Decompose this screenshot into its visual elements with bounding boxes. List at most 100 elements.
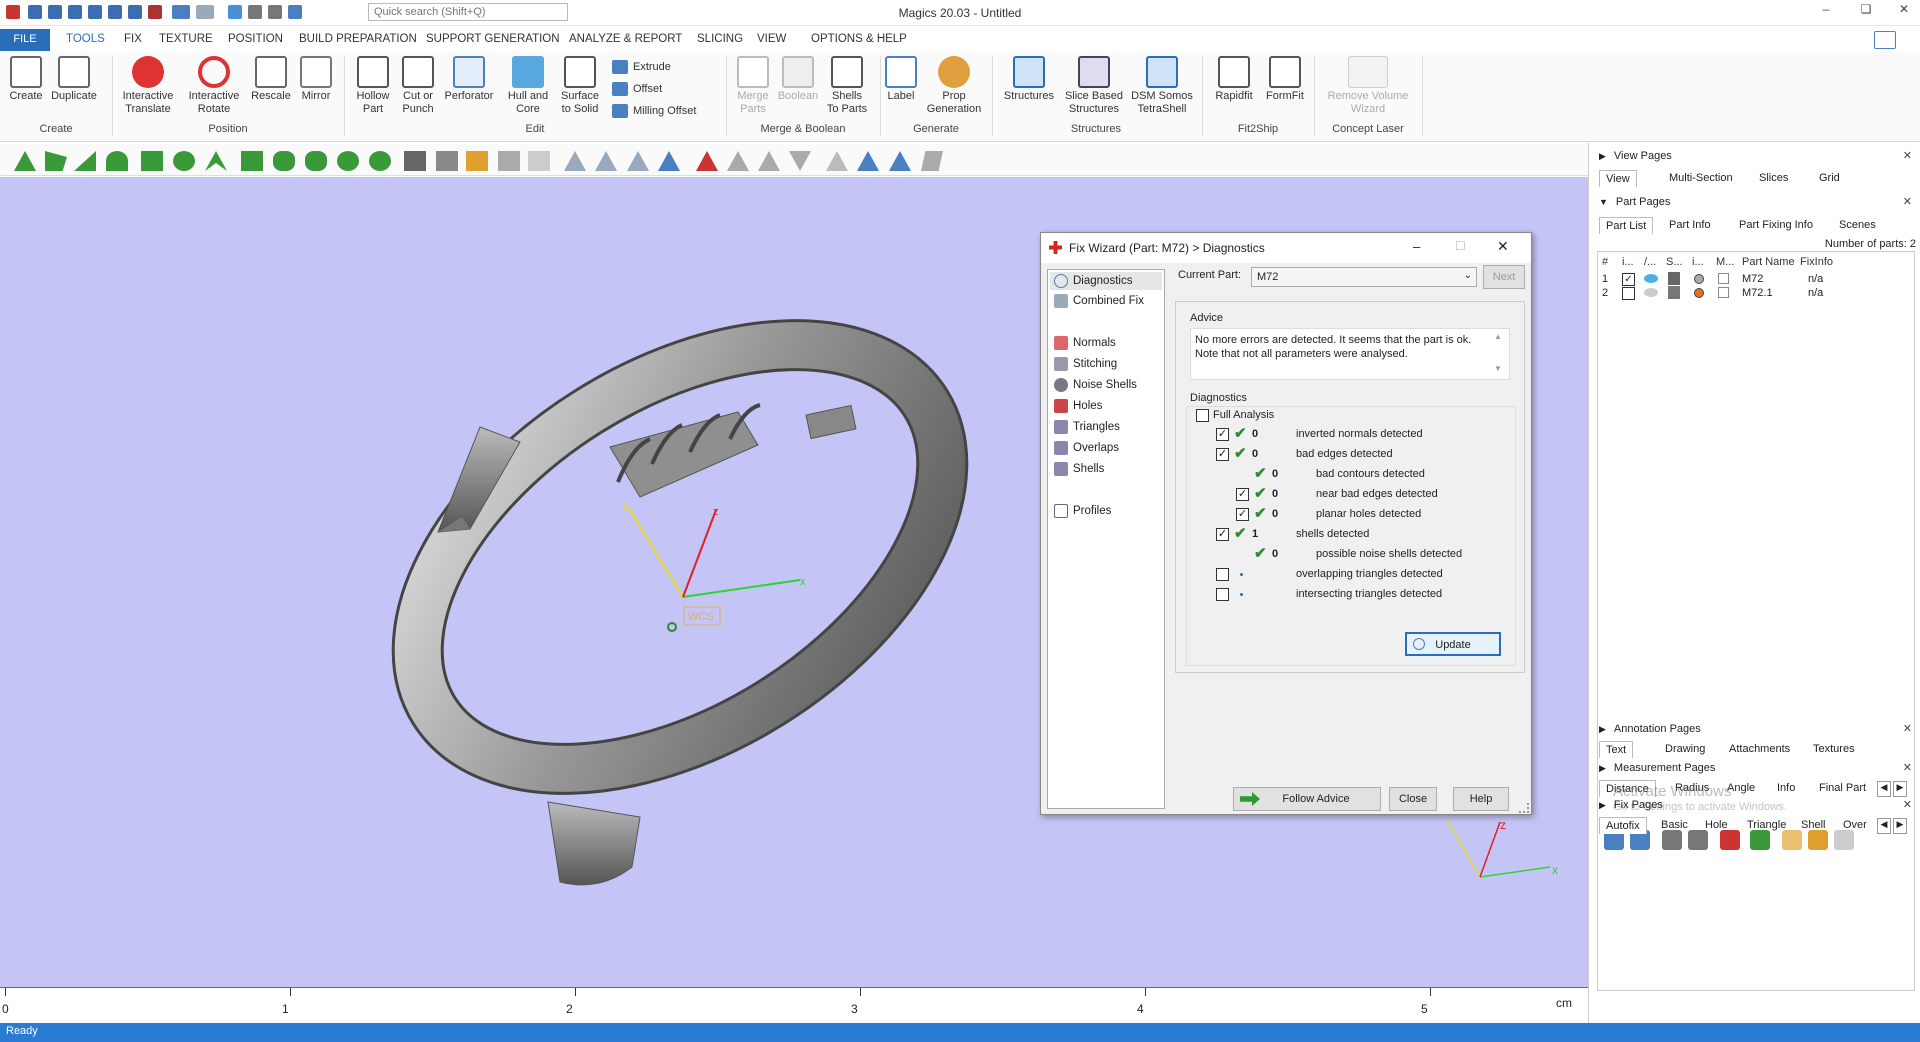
cut-or-punch-button[interactable]: Cut or Punch [398, 56, 438, 116]
inverted-normals-checkbox[interactable]: ✓ [1216, 428, 1229, 441]
mark-similar-icon[interactable] [857, 151, 879, 171]
layout-icon[interactable] [1874, 31, 1896, 49]
list-item-stitching[interactable]: Stitching [1054, 357, 1117, 371]
mirror-button[interactable]: Mirror [296, 56, 336, 103]
scroll-left-icon[interactable]: ◀ [1877, 818, 1891, 834]
close-icon[interactable]: ✕ [1903, 722, 1912, 735]
table-row[interactable]: 1 ✓ M72 n/a [1598, 272, 1914, 286]
part-pages-header[interactable]: ▼ Part Pages [1599, 196, 1670, 208]
scroll-left-icon[interactable]: ◀ [1877, 781, 1891, 797]
resize-grip-icon[interactable] [1519, 803, 1529, 813]
hollow-part-button[interactable]: Hollow Part [350, 56, 396, 116]
tab-view[interactable]: View [1599, 170, 1637, 187]
mark-shell-icon[interactable] [658, 151, 680, 171]
annotation-pages-header[interactable]: ▶ Annotation Pages [1599, 723, 1701, 735]
close-icon[interactable]: ✕ [1903, 195, 1912, 208]
invert-selection-icon[interactable] [369, 151, 391, 171]
next-button[interactable]: Next [1483, 265, 1525, 289]
shrink-marking-icon[interactable] [758, 151, 780, 171]
restore-icon[interactable]: ❏ [1852, 2, 1880, 22]
scroll-right-icon[interactable]: ▶ [1893, 781, 1907, 797]
grow-selection-icon[interactable] [273, 151, 295, 171]
part-deselect-icon[interactable] [528, 151, 550, 171]
tab-attachments[interactable]: Attachments [1723, 741, 1796, 757]
boolean-button[interactable]: Boolean [776, 56, 820, 103]
list-item-holes[interactable]: Holes [1054, 399, 1102, 413]
shells-checkbox[interactable]: ✓ [1216, 528, 1229, 541]
table-row[interactable]: 2 M72.1 n/a [1598, 286, 1914, 300]
part-highlight-icon[interactable] [466, 151, 488, 171]
formfit-button[interactable]: FormFit [1262, 56, 1308, 103]
menu-texture[interactable]: TEXTURE [159, 33, 213, 45]
row-checkbox[interactable]: ✓ [1622, 273, 1635, 286]
tab-part-info[interactable]: Part Info [1663, 217, 1717, 233]
perforator-button[interactable]: Perforator [440, 56, 498, 103]
close-icon[interactable]: ✕ [1890, 2, 1918, 22]
scroll-right-icon[interactable]: ▶ [1893, 818, 1907, 834]
mark-connected-icon[interactable] [889, 151, 911, 171]
scroll-down-icon[interactable]: ▼ [1494, 364, 1502, 373]
menu-view[interactable]: VIEW [757, 33, 786, 45]
label-button[interactable]: Label [884, 56, 918, 103]
list-item-triangles[interactable]: Triangles [1054, 420, 1120, 434]
list-item-profiles[interactable]: Profiles [1054, 504, 1111, 518]
select-shell-icon[interactable] [106, 151, 128, 171]
close-icon[interactable]: ✕ [1903, 761, 1912, 774]
menu-analyze-report[interactable]: ANALYZE & REPORT [569, 33, 682, 45]
mark-all-icon[interactable] [826, 151, 848, 171]
select-plane-icon[interactable] [74, 151, 96, 171]
tab-textures[interactable]: Textures [1807, 741, 1861, 757]
extrude-button[interactable]: Extrude [612, 60, 671, 74]
list-item-overlaps[interactable]: Overlaps [1054, 441, 1119, 455]
color-swatch[interactable] [1694, 288, 1704, 298]
offset-button[interactable]: Offset [612, 82, 662, 96]
mark-triangle-icon[interactable] [564, 151, 586, 171]
duplicate-button[interactable]: Duplicate [48, 56, 100, 103]
tab-multi-section[interactable]: Multi-Section [1663, 170, 1739, 186]
tab-text[interactable]: Text [1599, 741, 1634, 758]
menu-file[interactable]: FILE [0, 29, 50, 51]
tab-drawing[interactable]: Drawing [1659, 741, 1711, 757]
eye-icon[interactable] [1644, 288, 1658, 297]
row-checkbox[interactable] [1622, 287, 1635, 300]
col-machine[interactable]: M... [1716, 256, 1734, 268]
tab-basic[interactable]: Basic [1655, 817, 1694, 833]
menu-slicing[interactable]: SLICING [697, 33, 743, 45]
update-button[interactable]: Update [1405, 632, 1501, 656]
intersecting-triangles-checkbox[interactable] [1216, 588, 1229, 601]
list-item-normals[interactable]: Normals [1054, 336, 1116, 350]
select-sphere-icon[interactable] [173, 151, 195, 171]
select-polyline-icon[interactable] [241, 151, 263, 171]
full-analysis-checkbox[interactable] [1196, 409, 1209, 422]
tab-hole[interactable]: Hole [1699, 817, 1734, 833]
bad-edges-checkbox[interactable]: ✓ [1216, 448, 1229, 461]
tab-overlaps[interactable]: Over [1837, 817, 1873, 833]
tab-autofix[interactable]: Autofix [1599, 817, 1647, 834]
mark-surface-icon[interactable] [627, 151, 649, 171]
tab-part-fixing-info[interactable]: Part Fixing Info [1733, 217, 1819, 233]
part-hide-icon[interactable] [498, 151, 520, 171]
col-visibility[interactable]: /... [1644, 256, 1656, 268]
color-swatch[interactable] [1694, 274, 1704, 284]
hull-and-core-button[interactable]: Hull and Core [502, 56, 554, 116]
close-icon[interactable]: ✕ [1903, 798, 1912, 811]
shrink-selection-icon[interactable] [305, 151, 327, 171]
tab-scenes[interactable]: Scenes [1833, 217, 1882, 233]
col-fixinfo[interactable]: FixInfo [1800, 256, 1833, 268]
minimize-icon[interactable]: – [1413, 239, 1420, 254]
dialog-title-bar[interactable]: Fix Wizard (Part: M72) > Diagnostics – ☐… [1041, 233, 1531, 263]
close-button[interactable]: Close [1389, 787, 1437, 811]
remove-volume-wizard-button[interactable]: Remove Volume Wizard [1322, 56, 1414, 116]
mark-plane-icon[interactable] [595, 151, 617, 171]
follow-advice-button[interactable]: Follow Advice [1233, 787, 1381, 811]
slice-based-structures-button[interactable]: Slice Based Structures [1062, 56, 1126, 116]
tab-slices[interactable]: Slices [1753, 170, 1794, 186]
close-icon[interactable]: ✕ [1903, 149, 1912, 162]
planar-holes-checkbox[interactable]: ✓ [1236, 508, 1249, 521]
menu-build-preparation[interactable]: BUILD PREPARATION [299, 33, 417, 45]
list-item-shells[interactable]: Shells [1054, 462, 1104, 476]
prop-generation-button[interactable]: Prop Generation [922, 56, 986, 116]
tab-shell[interactable]: Shell [1795, 817, 1831, 833]
tab-final-part[interactable]: Final Part [1813, 780, 1872, 796]
tab-grid[interactable]: Grid [1813, 170, 1846, 186]
